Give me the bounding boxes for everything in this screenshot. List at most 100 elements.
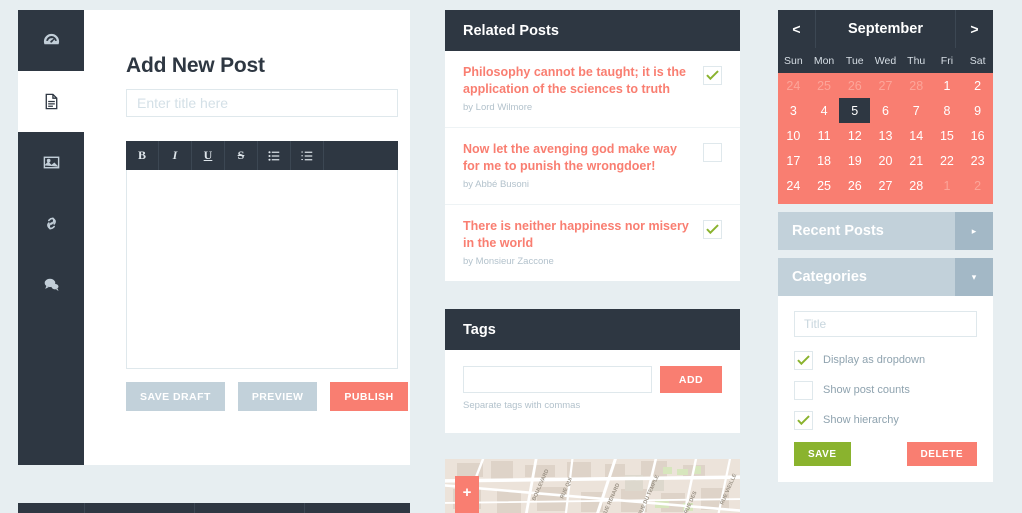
calendar-day[interactable]: 1	[932, 73, 963, 98]
calendar-weekday: Thu	[907, 54, 926, 67]
calendar-header: < September >	[778, 10, 993, 48]
tags-hint: Separate tags with commas	[463, 400, 581, 411]
save-category-button[interactable]: SAVE	[794, 442, 851, 466]
related-posts-panel: Related Posts Philosophy cannot be taugh…	[445, 10, 740, 281]
tags-input[interactable]	[463, 366, 652, 393]
calendar-day[interactable]: 13	[870, 123, 901, 148]
categories-header[interactable]: Categories ▾	[778, 258, 993, 296]
tags-panel: Tags ADD Separate tags with commas	[445, 309, 740, 433]
calendar-day[interactable]: 24	[778, 73, 809, 98]
calendar-month-label: September	[848, 21, 923, 37]
post-title-input[interactable]	[126, 89, 398, 117]
calendar-day[interactable]: 11	[809, 123, 840, 148]
calendar-day[interactable]: 28	[901, 73, 932, 98]
unordered-list-icon[interactable]	[258, 141, 291, 170]
calendar-day[interactable]: 12	[839, 123, 870, 148]
chevron-right-icon[interactable]: ▸	[955, 212, 993, 250]
comment-icon	[42, 275, 61, 294]
chevron-down-icon[interactable]: ▾	[955, 258, 993, 296]
sidebar-item-posts[interactable]	[18, 71, 84, 132]
publish-button[interactable]: PUBLISH	[330, 382, 408, 411]
calendar-day[interactable]: 2	[962, 73, 993, 98]
map-zoom-in-button[interactable]: +	[455, 476, 479, 513]
calendar-day[interactable]: 27	[870, 173, 901, 198]
list-item[interactable]: There is neither happiness nor misery in…	[445, 205, 740, 281]
calendar-day[interactable]: 24	[778, 173, 809, 198]
tags-body: ADD Separate tags with commas	[445, 350, 740, 433]
calendar-day[interactable]: 10	[778, 123, 809, 148]
italic-icon[interactable]: I	[159, 141, 192, 170]
calendar-prev-button[interactable]: <	[778, 10, 816, 48]
recent-posts-title: Recent Posts	[792, 223, 884, 239]
related-post-text: There is neither happiness nor misery in…	[463, 218, 703, 267]
editor-column: Add New Post B I U S SAVE DRAFT PREVIEW	[18, 10, 410, 465]
calendar-day[interactable]: 4	[809, 98, 840, 123]
display-as-dropdown-checkbox[interactable]	[794, 351, 813, 370]
add-tag-button[interactable]: ADD	[660, 366, 722, 393]
calendar-day[interactable]: 1	[932, 173, 963, 198]
category-title-input[interactable]	[794, 311, 977, 337]
related-post-checkbox[interactable]	[703, 143, 722, 162]
editor-card: Add New Post B I U S SAVE DRAFT PREVIEW	[84, 10, 410, 465]
calendar-day[interactable]: 28	[901, 173, 932, 198]
calendar-day[interactable]: 19	[839, 148, 870, 173]
calendar-day-grid: 24 25 26 27 28 1 2 3 4 5 6 7 8 9 10 11 12 13 14 15 16 17 18 19 2…	[778, 73, 993, 204]
option-row[interactable]: Show post counts	[794, 379, 977, 400]
related-post-checkbox[interactable]	[703, 66, 722, 85]
bold-icon[interactable]: B	[126, 141, 159, 170]
ordered-list-icon[interactable]	[291, 141, 324, 170]
save-draft-button[interactable]: SAVE DRAFT	[126, 382, 225, 411]
calendar-day[interactable]: 25	[809, 73, 840, 98]
related-post-title[interactable]: There is neither happiness nor misery in…	[463, 218, 691, 251]
strikethrough-icon[interactable]: S	[225, 141, 258, 170]
sidebar-item-comments[interactable]	[18, 254, 84, 315]
calendar-day[interactable]: 25	[809, 173, 840, 198]
check-icon	[797, 355, 810, 366]
calendar-day[interactable]: 15	[932, 123, 963, 148]
list-item[interactable]: Now let the avenging god make way for me…	[445, 128, 740, 205]
categories-title: Categories	[792, 269, 867, 285]
underline-icon[interactable]: U	[192, 141, 225, 170]
sidebar-item-media[interactable]	[18, 132, 84, 193]
recent-posts-widget: Recent Posts ▸	[778, 212, 993, 250]
option-row[interactable]: Display as dropdown	[794, 349, 977, 370]
calendar-day[interactable]: 8	[932, 98, 963, 123]
calendar-day[interactable]: 9	[962, 98, 993, 123]
recent-posts-header[interactable]: Recent Posts ▸	[778, 212, 993, 250]
calendar-day[interactable]: 26	[839, 73, 870, 98]
calendar-day[interactable]: 17	[778, 148, 809, 173]
calendar-day[interactable]: 6	[870, 98, 901, 123]
sidebar-item-links[interactable]	[18, 193, 84, 254]
list-item[interactable]: Philosophy cannot be taught; it is the a…	[445, 51, 740, 128]
calendar-day[interactable]: 21	[901, 148, 932, 173]
tags-row: ADD	[463, 366, 722, 393]
related-post-title[interactable]: Philosophy cannot be taught; it is the a…	[463, 64, 691, 97]
option-row[interactable]: Show hierarchy	[794, 409, 977, 430]
show-post-counts-checkbox[interactable]	[794, 381, 813, 400]
calendar-day[interactable]: 16	[962, 123, 993, 148]
delete-category-button[interactable]: DELETE	[906, 442, 977, 466]
map-panel[interactable]: BOULEVARD RUE QUI RUE RENARD RUE DU TEMP…	[445, 459, 740, 513]
related-posts-title: Related Posts	[445, 10, 740, 51]
show-hierarchy-checkbox[interactable]	[794, 411, 813, 430]
calendar-day[interactable]: 23	[962, 148, 993, 173]
calendar-weekday-row: Sun Mon Tue Wed Thu Fri Sat	[778, 48, 993, 73]
page-title: Add New Post	[126, 54, 265, 77]
calendar-day[interactable]: 27	[870, 73, 901, 98]
calendar-day-selected[interactable]: 5	[839, 98, 871, 123]
editor-content-area[interactable]	[126, 170, 398, 369]
calendar-day[interactable]: 18	[809, 148, 840, 173]
calendar-day[interactable]: 20	[870, 148, 901, 173]
calendar-day[interactable]: 22	[932, 148, 963, 173]
calendar-day[interactable]: 14	[901, 123, 932, 148]
calendar-day[interactable]: 7	[901, 98, 932, 123]
sidebar-item-dashboard[interactable]	[18, 10, 84, 71]
preview-button[interactable]: PREVIEW	[237, 382, 318, 411]
related-post-title[interactable]: Now let the avenging god make way for me…	[463, 141, 691, 174]
editor-actions: SAVE DRAFT PREVIEW PUBLISH	[126, 382, 408, 411]
calendar-day[interactable]: 3	[778, 98, 809, 123]
related-post-checkbox[interactable]	[703, 220, 722, 239]
calendar-day[interactable]: 26	[839, 173, 870, 198]
calendar-next-button[interactable]: >	[955, 10, 993, 48]
calendar-day[interactable]: 2	[962, 173, 993, 198]
